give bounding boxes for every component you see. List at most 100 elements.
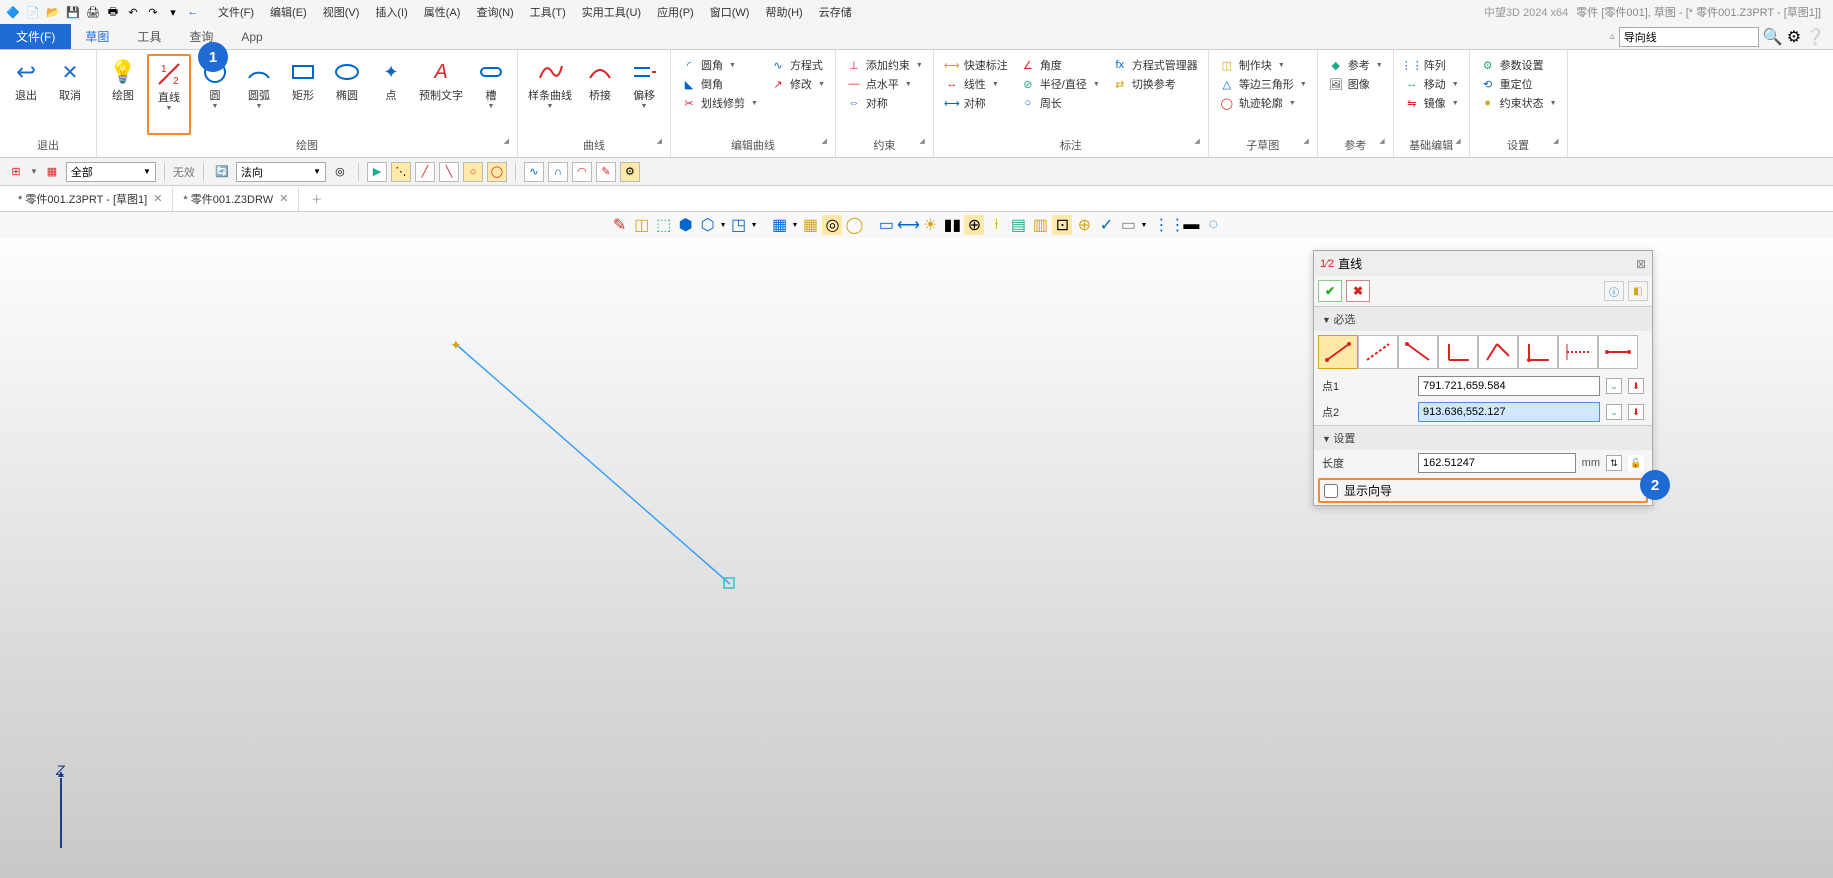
panel-close-icon[interactable]: ⊠	[1636, 257, 1646, 271]
relocate-button[interactable]: ⟲重定位	[1476, 75, 1561, 93]
bridge-button[interactable]: 桥接	[580, 54, 620, 135]
param-settings-button[interactable]: ⚙参数设置	[1476, 56, 1561, 74]
qat-dropdown-icon[interactable]: ▾	[164, 3, 182, 21]
file-menu-button[interactable]: 文件(F)	[0, 24, 71, 49]
menu-edit[interactable]: 编辑(E)	[266, 2, 311, 22]
line-type-7[interactable]	[1558, 335, 1598, 369]
spline-button[interactable]: 样条曲线▼	[524, 54, 576, 135]
line-type-1[interactable]	[1318, 335, 1358, 369]
line-type-3[interactable]	[1398, 335, 1438, 369]
filter2-icon[interactable]: ▦	[42, 162, 62, 182]
info-icon[interactable]: ⓘ	[1604, 281, 1624, 301]
vt-target2-icon[interactable]: ⊕	[964, 215, 984, 235]
settings-tool-icon[interactable]: ⚙	[620, 162, 640, 182]
points-icon[interactable]: ⋱	[391, 162, 411, 182]
tab-tools[interactable]: 工具	[123, 24, 175, 49]
section-settings[interactable]: 设置	[1314, 426, 1652, 450]
length-lock-icon[interactable]: 🔓	[1628, 455, 1644, 471]
circle-tool-icon[interactable]: ○	[463, 162, 483, 182]
vt-box-icon[interactable]: ▭	[876, 215, 896, 235]
redo-icon[interactable]: ↷	[144, 3, 162, 21]
offset-button[interactable]: 偏移▼	[624, 54, 664, 135]
quick-dim-button[interactable]: ⟷快速标注	[940, 56, 1012, 74]
spline2-tool-icon[interactable]: ∩	[548, 162, 568, 182]
line-tool-icon[interactable]: ╱	[415, 162, 435, 182]
vt-cube-icon[interactable]: ⬢	[676, 215, 696, 235]
slot-button[interactable]: 槽▼	[471, 54, 511, 135]
menu-view[interactable]: 视图(V)	[319, 2, 364, 22]
vt-grid-icon[interactable]: ▦	[800, 215, 820, 235]
vt-layers2-icon[interactable]: ▥	[1030, 215, 1050, 235]
pt2-pick[interactable]: ⬇	[1628, 404, 1644, 420]
add-constraint-button[interactable]: ⊥添加约束▼	[842, 56, 927, 74]
menu-window[interactable]: 窗口(W)	[706, 2, 754, 22]
make-block-button[interactable]: ◫制作块▼	[1215, 56, 1311, 74]
cancel-panel-button[interactable]: ✖	[1346, 280, 1370, 302]
perimeter-dim-button[interactable]: ○周长	[1016, 94, 1104, 112]
text-button[interactable]: A预制文字	[415, 54, 467, 135]
search-icon[interactable]: 🔍	[1763, 27, 1783, 47]
line-type-2[interactable]	[1358, 335, 1398, 369]
section-required[interactable]: 必选	[1314, 307, 1652, 331]
eq-manager-button[interactable]: fx方程式管理器	[1108, 56, 1202, 74]
tab-sketch[interactable]: 草图	[71, 24, 123, 49]
filter-combo[interactable]: 全部▼	[66, 162, 156, 182]
vt-layers-icon[interactable]: ▤	[1008, 215, 1028, 235]
length-stepper[interactable]: ⇅	[1606, 455, 1622, 471]
new-tab-button[interactable]: ＋	[299, 187, 334, 211]
back-icon[interactable]: ←	[184, 3, 202, 21]
pt1-pick[interactable]: ⬇	[1628, 378, 1644, 394]
circle2-tool-icon[interactable]: ◯	[487, 162, 507, 182]
length-input[interactable]	[1418, 453, 1576, 473]
line-type-4[interactable]	[1438, 335, 1478, 369]
pin-icon[interactable]: ◧	[1628, 281, 1648, 301]
vt-view-icon[interactable]: ▦	[770, 215, 790, 235]
arc-tool-icon[interactable]: ◠	[572, 162, 592, 182]
mirror-button[interactable]: ⇋镜像▼	[1400, 94, 1463, 112]
vt-dots-icon[interactable]: ⋮⋮	[1159, 215, 1179, 235]
help-icon[interactable]: ❔	[1805, 27, 1825, 47]
doc-tab-2[interactable]: * 零件001.Z3DRW✕	[173, 187, 299, 211]
show-guide-checkbox[interactable]	[1324, 484, 1338, 498]
vt-circle-icon[interactable]: ◯	[844, 215, 864, 235]
vt-target-icon[interactable]: ◎	[822, 215, 842, 235]
spline-tool-icon[interactable]: ∿	[524, 162, 544, 182]
ribbon-collapse-icon[interactable]: ▵	[1610, 31, 1615, 42]
print-icon[interactable]: 🖨	[84, 3, 102, 21]
line2-tool-icon[interactable]: ╲	[439, 162, 459, 182]
menu-file[interactable]: 文件(F)	[214, 2, 258, 22]
sym-dim-button[interactable]: ⟷对称	[940, 94, 1012, 112]
vt-icon[interactable]: ⬚	[654, 215, 674, 235]
pattern-button[interactable]: ⋮⋮阵列	[1400, 56, 1463, 74]
ellipse-button[interactable]: 椭圆	[327, 54, 367, 135]
normal-combo[interactable]: 法向▼	[236, 162, 326, 182]
line-type-8[interactable]	[1598, 335, 1638, 369]
pt1-input[interactable]	[1418, 376, 1600, 396]
cancel-button[interactable]: ✕取消	[50, 54, 90, 135]
vt-cube2-icon[interactable]: ⬡	[698, 215, 718, 235]
ok-button[interactable]: ✔	[1318, 280, 1342, 302]
exit-button[interactable]: ↩退出	[6, 54, 46, 135]
vt-ruler-icon[interactable]: ⟷	[898, 215, 918, 235]
undo-icon[interactable]: ↶	[124, 3, 142, 21]
filter-icon[interactable]: ⊞	[6, 162, 26, 182]
pt1-dropdown[interactable]: ⌄	[1606, 378, 1622, 394]
menu-app[interactable]: 应用(P)	[653, 2, 698, 22]
menu-tools[interactable]: 工具(T)	[526, 2, 570, 22]
line-type-5[interactable]	[1478, 335, 1518, 369]
symmetry-button[interactable]: ⇔对称	[842, 94, 927, 112]
target-icon[interactable]: ◎	[330, 162, 350, 182]
print-preview-icon[interactable]: 🖶	[104, 3, 122, 21]
drawing-canvas[interactable]: ✦ Z ▲ 1⁄2 直线 ⊠ ✔ ✖ ⓘ ◧ 必选	[0, 238, 1833, 878]
line-type-6[interactable]	[1518, 335, 1558, 369]
trace-profile-button[interactable]: ◯轨迹轮廓▼	[1215, 94, 1311, 112]
vt-split-icon[interactable]: ▮▮	[942, 215, 962, 235]
search-input[interactable]	[1619, 27, 1759, 47]
image-button[interactable]: 🖼图像	[1324, 75, 1387, 93]
refresh-icon[interactable]: 🔄	[212, 162, 232, 182]
line-button[interactable]: 12直线▼	[147, 54, 191, 135]
gear-icon[interactable]: ⚙	[1787, 27, 1801, 47]
menu-attr[interactable]: 属性(A)	[420, 2, 465, 22]
toggle-ref-button[interactable]: ⇄切换参考	[1108, 75, 1202, 93]
tab-app[interactable]: App	[227, 24, 276, 49]
